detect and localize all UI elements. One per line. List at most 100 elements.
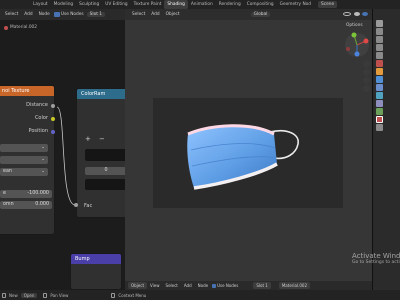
bump-node-title: Bump — [75, 256, 90, 262]
voronoi-node-header[interactable]: noi Texture — [0, 86, 54, 96]
material-shading-icon[interactable] — [362, 11, 368, 16]
watermark-line-2: Go to Settings to activ — [352, 260, 400, 265]
workspace-tab-compositing[interactable]: Compositing — [244, 0, 277, 9]
randomness-field-value: 0.000 — [35, 202, 49, 207]
transform-orientation-value: Global — [253, 12, 268, 17]
viewport-menu-add[interactable]: Add — [148, 12, 162, 17]
output-distance-label: Distance — [26, 101, 48, 108]
workspace-tab-rendering[interactable]: Rendering — [216, 0, 244, 9]
footer-use-nodes-checkbox[interactable] — [212, 283, 217, 288]
workspace-tab-shading[interactable]: Shading — [164, 0, 188, 9]
footer-slot-selector[interactable]: Slot 1 — [253, 282, 271, 289]
status-pan-view: Pan View — [50, 292, 69, 298]
output-distance: Distance — [2, 98, 48, 111]
color-ramp-gradient[interactable] — [85, 149, 127, 161]
position-socket[interactable] — [51, 130, 55, 134]
camera-icon[interactable] — [362, 77, 370, 84]
footer-use-nodes-label: Use Nodes — [217, 283, 239, 288]
world-tab-icon[interactable] — [375, 60, 383, 67]
zoom-icon[interactable] — [362, 61, 370, 68]
dimensions-dropdown[interactable]: ⌄ — [0, 144, 48, 152]
workspace-tab-geometry-nodes[interactable]: Geometry Nod — [277, 0, 314, 9]
viewport-header: Select Add Object Global — [125, 9, 372, 20]
remove-stop-button[interactable]: − — [99, 135, 105, 143]
randomness-field-label: omn — [3, 202, 14, 207]
mode-selector-value: Object — [131, 283, 145, 288]
view-layer-tab-icon[interactable] — [375, 44, 383, 51]
scale-field[interactable]: e -100.000 — [0, 190, 52, 198]
randomness-field[interactable]: omn 0.000 — [0, 201, 52, 209]
fac-input-label: Fac — [84, 203, 93, 209]
chevron-down-icon: ⌄ — [41, 145, 45, 150]
stop-color-swatch[interactable] — [85, 179, 127, 190]
bump-node-header[interactable]: Bump — [71, 254, 121, 264]
particles-tab-icon[interactable] — [375, 84, 383, 91]
voronoi-texture-node[interactable]: noi Texture Distance Color Position ⌄ ⌄ … — [0, 85, 55, 235]
solid-shading-icon[interactable] — [353, 11, 360, 16]
feature-dropdown[interactable]: ⌄ — [0, 156, 48, 164]
grid-icon[interactable] — [362, 85, 370, 92]
transform-orientation-selector[interactable]: Global — [250, 12, 271, 17]
status-bar: New Open Pan View Context Menu — [0, 290, 400, 300]
footer-material-selector[interactable]: Material.002 — [278, 282, 310, 289]
viewport-footer: Object View Select Add Node Use Nodes Sl… — [125, 281, 372, 290]
pan-icon[interactable] — [362, 69, 370, 76]
render-tab-icon[interactable] — [375, 28, 383, 35]
status-context-menu: Context Menu — [118, 292, 147, 298]
workspace-tab-texture-paint[interactable]: Texture Paint — [131, 0, 165, 9]
wireframe-shading-icon[interactable] — [343, 11, 352, 16]
color-ramp-node-header[interactable]: ColorRam — [77, 89, 127, 99]
scene-selector[interactable]: Scene — [318, 1, 338, 8]
data-tab-icon[interactable] — [375, 108, 383, 115]
mode-selector[interactable]: Object — [128, 282, 148, 289]
object-tab-icon[interactable] — [375, 68, 383, 75]
footer-slot-value: Slot 1 — [256, 283, 268, 288]
viewport-menu-object[interactable]: Object — [163, 12, 183, 17]
status-open-button[interactable]: Open — [20, 292, 38, 298]
viewport-options-label: Options — [346, 23, 363, 28]
physics-tab-icon[interactable] — [375, 92, 383, 99]
color-ramp-node[interactable]: ColorRam + − 0 Fac — [76, 88, 128, 218]
footer-menu-add[interactable]: Add — [181, 283, 195, 288]
chevron-down-icon: ⌄ — [41, 169, 45, 174]
color-ramp-node-title: ColorRam — [81, 91, 106, 97]
distance-metric-value: ean — [3, 169, 12, 174]
properties-panel[interactable] — [372, 9, 400, 290]
fac-input: Fac — [84, 203, 127, 209]
output-position: Position — [2, 124, 48, 137]
viewport-options-button[interactable]: Options — [346, 23, 363, 28]
voronoi-node-title: noi Texture — [2, 88, 30, 94]
tool-tab-icon[interactable] — [375, 20, 383, 27]
add-stop-button[interactable]: + — [85, 135, 95, 143]
output-tab-icon[interactable] — [375, 36, 383, 43]
distance-metric-dropdown[interactable]: ean ⌄ — [0, 168, 48, 176]
modifier-tab-icon[interactable] — [375, 76, 383, 83]
fac-socket[interactable] — [74, 203, 78, 207]
footer-material-value: Material.002 — [281, 283, 307, 288]
footer-menu-view[interactable]: View — [147, 283, 163, 288]
texture-tab-icon[interactable] — [375, 124, 383, 131]
footer-menu-select[interactable]: Select — [163, 283, 181, 288]
workspace-tab-animation[interactable]: Animation — [188, 0, 216, 9]
scene-tab-icon[interactable] — [375, 52, 383, 59]
navigation-gizmo[interactable] — [342, 30, 372, 60]
output-color-label: Color — [34, 114, 48, 121]
stop-position-field[interactable]: 0 — [85, 167, 127, 175]
viewport-shading-icons[interactable] — [340, 11, 372, 18]
viewport-menu-select[interactable]: Select — [129, 12, 148, 17]
surgical-mask-model — [187, 124, 299, 190]
watermark-line-1: Activate Windo — [352, 252, 400, 260]
scale-field-value: -100.000 — [27, 191, 49, 196]
output-color: Color — [2, 111, 48, 124]
bump-node[interactable]: Bump — [70, 253, 122, 290]
footer-menu-node[interactable]: Node — [195, 283, 211, 288]
stop-position-value: 0 — [104, 168, 108, 173]
material-tab-icon[interactable] — [375, 116, 383, 123]
constraints-tab-icon[interactable] — [375, 100, 383, 107]
status-new-button[interactable]: New — [6, 293, 21, 298]
activation-watermark: Activate Windo Go to Settings to activ — [352, 252, 400, 265]
distance-socket[interactable] — [51, 104, 55, 108]
color-socket[interactable] — [51, 117, 55, 121]
scale-field-label: e — [3, 191, 6, 196]
scene-label: Scene — [321, 2, 335, 7]
